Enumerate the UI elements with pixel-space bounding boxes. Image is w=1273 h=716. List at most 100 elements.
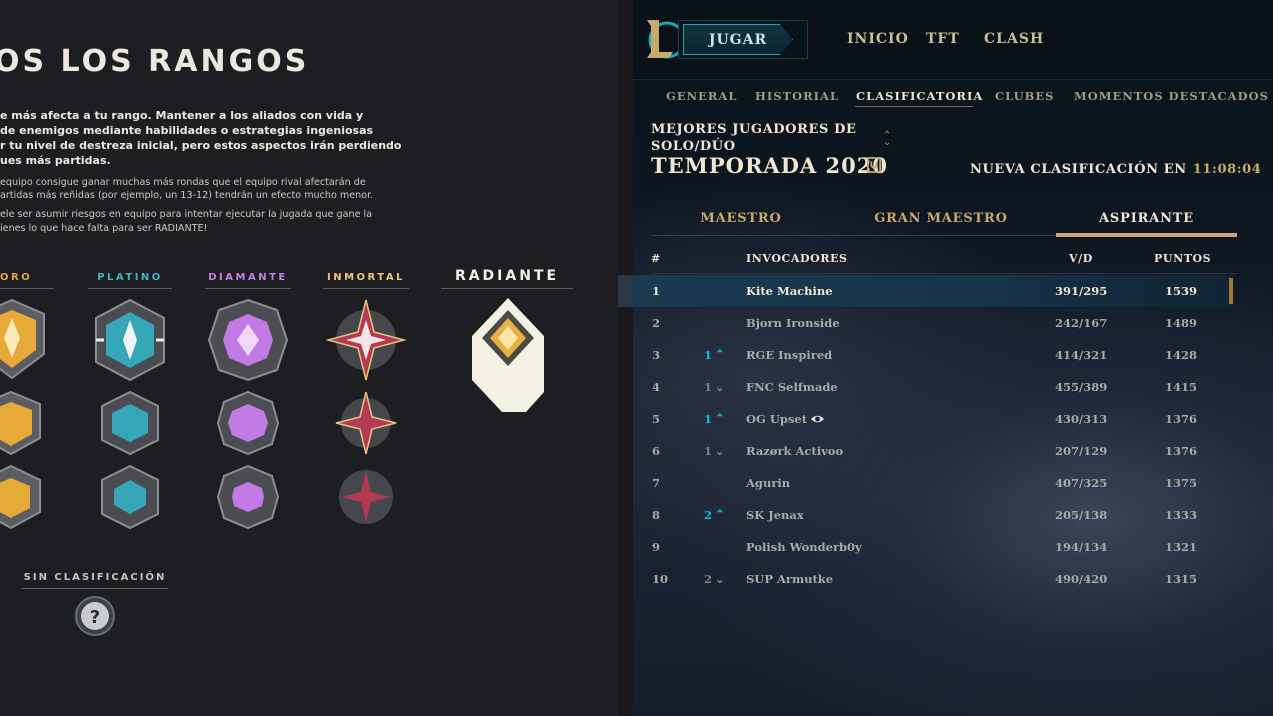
chevron-up-icon: ⌃ (715, 507, 725, 521)
row-summoner-name: FNC Selfmade (746, 380, 838, 394)
chevron-up-icon: ⌃ (715, 347, 725, 361)
diamond-rank-3-icon (207, 298, 289, 382)
row-winloss: 391/295 (1055, 284, 1108, 298)
chevron-down-icon: ⌄ (715, 444, 725, 458)
row-winloss: 490/420 (1055, 572, 1108, 586)
radiant-rank-icon (472, 298, 544, 412)
queue-dropdown-icon[interactable]: ⌃ ⌄ (883, 131, 891, 148)
row-rank: 3 (652, 348, 661, 362)
tab-highlights[interactable]: MOMENTOS DESTACADOS (1074, 89, 1269, 103)
platinum-rank-2-icon (101, 390, 159, 456)
platinum-rank-1-icon (101, 464, 159, 530)
row-rank-change: 1 (704, 380, 713, 394)
ranks-info-panel: OS LOS RANGOS e más afecta a tu rango. M… (0, 0, 618, 716)
next-ranking-update: NUEVA CLASIFICACIÓN EN 11:08:04 (970, 162, 1261, 177)
row-summoner-name: Bjorn Ironside (746, 316, 840, 330)
ranks-title: OS LOS RANGOS (0, 44, 310, 79)
leaderboard-row[interactable]: 10 2 ⌄ SUP Armutke 490/420 1315 (633, 563, 1233, 595)
row-points: 1376 (1165, 412, 1198, 426)
row-winloss: 407/325 (1055, 476, 1108, 490)
row-rank-change: 1 (704, 348, 713, 362)
row-rank: 6 (652, 444, 661, 458)
leaderboard-row[interactable]: 3 1 ⌃ RGE Inspired 414/321 1428 (633, 339, 1233, 371)
tier-label-diamond: DIAMANTE (208, 272, 288, 283)
leaderboard-row[interactable]: 7 Agurin 407/325 1375 (633, 467, 1233, 499)
league-client-panel: JUGAR INICIO TFT CLASH GENERAL HISTORIAL… (633, 0, 1273, 716)
row-summoner-name: Razørk Activoo (746, 444, 844, 458)
tab-ranked[interactable]: CLASIFICATORIA (856, 89, 983, 103)
row-rank: 7 (652, 476, 661, 490)
row-rank: 10 (652, 572, 669, 586)
row-rank: 2 (652, 316, 661, 330)
panel-divider (618, 0, 633, 716)
row-winloss: 430/313 (1055, 412, 1108, 426)
play-button-label[interactable]: JUGAR (683, 24, 793, 55)
svg-text:?: ? (90, 607, 100, 628)
row-points: 1428 (1165, 348, 1198, 362)
tab-master[interactable]: MAESTRO (651, 211, 831, 226)
tab-challenger[interactable]: ASPIRANTE (1056, 211, 1237, 226)
selected-row-edge (618, 275, 633, 307)
info-text-line: e más afecta a tu rango. Mantener a los … (0, 109, 364, 122)
tab-clubs[interactable]: CLUBES (995, 89, 1054, 103)
row-points: 1333 (1165, 508, 1198, 522)
row-points: 1315 (1165, 572, 1198, 586)
nav-home[interactable]: INICIO (847, 31, 909, 47)
play-button[interactable]: JUGAR (678, 20, 808, 59)
row-rank-change: 2 (704, 572, 713, 586)
row-rank: 4 (652, 380, 661, 394)
row-points: 1375 (1165, 476, 1198, 490)
row-summoner-name: Polish Wonderb0y (746, 540, 862, 554)
nav-clash[interactable]: CLASH (984, 31, 1044, 47)
diamond-rank-1-icon (216, 464, 280, 530)
row-summoner-name: RGE Inspired (746, 348, 833, 362)
queue-name-line1: MEJORES JUGADORES DE (651, 122, 857, 137)
chevron-up-icon: ⌃ (715, 411, 725, 425)
row-points: 1415 (1165, 380, 1198, 394)
leaderboard-row[interactable]: 2 Bjorn Ironside 242/167 1489 (633, 307, 1233, 339)
tab-grandmaster[interactable]: GRAN MAESTRO (851, 211, 1031, 226)
tab-ranked-underline (855, 106, 973, 107)
tier-divider (0, 288, 54, 289)
unranked-label: SIN CLASIFICACIÓN (23, 572, 167, 583)
info-text-line: de enemigos mediante habilidades o estra… (0, 124, 374, 137)
next-ranking-label: NUEVA CLASIFICACIÓN EN (970, 162, 1187, 177)
col-winloss: V/D (1069, 252, 1093, 265)
row-points: 1376 (1165, 444, 1198, 458)
immortal-rank-2-icon (335, 391, 397, 455)
row-rank-change: 1 (704, 444, 713, 458)
leaderboard-row[interactable]: 6 1 ⌄ Razørk Activoo 207/129 1376 (633, 435, 1233, 467)
row-rank-change: 1 (704, 412, 713, 426)
scrollbar-thumb[interactable] (1229, 278, 1233, 304)
tab-general[interactable]: GENERAL (666, 89, 737, 103)
gold-rank-1-icon (0, 464, 41, 530)
row-points: 1489 (1165, 316, 1198, 330)
queue-selector[interactable]: MEJORES JUGADORES DE SOLO/DÚO (651, 121, 856, 155)
row-winloss: 414/321 (1055, 348, 1108, 362)
chevron-down-icon: ⌄ (715, 572, 725, 586)
row-rank-change: 2 (704, 508, 713, 522)
unranked-icon: ? (75, 596, 115, 636)
tab-history[interactable]: HISTORIAL (755, 89, 839, 103)
league-logo-icon[interactable] (645, 18, 681, 60)
col-summoner: INVOCADORES (746, 252, 848, 265)
diamond-rank-2-icon (216, 390, 280, 456)
row-points: 1321 (1165, 540, 1198, 554)
nav-tft[interactable]: TFT (926, 31, 960, 47)
tier-label-gold: ORO (0, 272, 33, 283)
next-ranking-timer: 11:08:04 (1192, 162, 1262, 177)
leaderboard-row[interactable]: 5 1 ⌃ OG Upset 430/313 1376 (633, 403, 1233, 435)
chevron-down-icon: ⌄ (715, 380, 725, 394)
leaderboard-row[interactable]: 4 1 ⌄ FNC Selfmade 455/389 1415 (633, 371, 1233, 403)
row-rank: 9 (652, 540, 661, 554)
leaderboard-row[interactable]: 9 Polish Wonderb0y 194/134 1321 (633, 531, 1233, 563)
leaderboard-row[interactable]: 8 2 ⌃ SK Jenax 205/138 1333 (633, 499, 1233, 531)
platinum-rank-3-icon (95, 298, 165, 382)
leaderboard-row[interactable]: 1 Kite Machine 391/295 1539 (633, 275, 1233, 307)
row-winloss: 242/167 (1055, 316, 1108, 330)
row-rank: 8 (652, 508, 661, 522)
col-points: PUNTOS (1154, 252, 1212, 265)
gold-rank-2-icon (0, 390, 41, 456)
season-title: TEMPORADA 2020 (651, 153, 888, 178)
spectate-eye-icon[interactable] (810, 414, 825, 424)
